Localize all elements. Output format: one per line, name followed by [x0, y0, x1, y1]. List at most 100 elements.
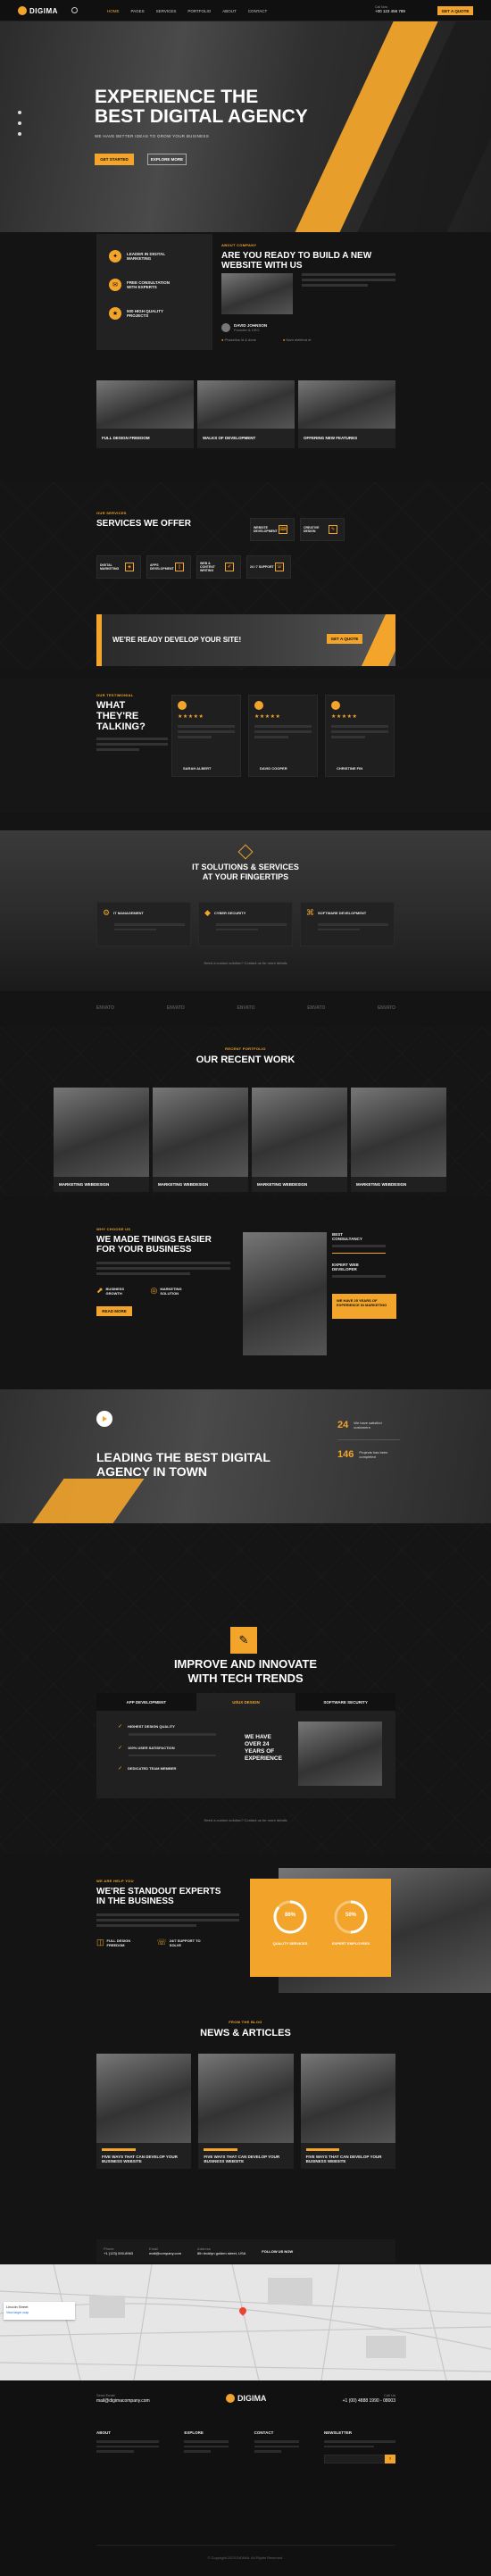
- feature-text: FREE CONSULTATION WITH EXPERTS: [127, 280, 170, 289]
- services-header: OUR SERVICES SERVICES WE OFFER: [96, 511, 191, 529]
- gallery-item[interactable]: WALKS OF DEVELOPMENT: [197, 380, 295, 448]
- why-feature: ◎ MARKETING SOLUTION: [151, 1286, 187, 1296]
- work-label: RECENT PORTFOLIO: [225, 1046, 266, 1051]
- cta-accent: [96, 614, 102, 666]
- check-text: 100% USER SATISFACTION: [128, 1745, 175, 1750]
- explore-button[interactable]: EXPLORE MORE: [147, 154, 187, 165]
- work-item[interactable]: MARKETING WEBDESIGN: [54, 1088, 149, 1192]
- tab-software-security[interactable]: SOFTWARE SECURITY: [295, 1693, 395, 1711]
- logo[interactable]: DIGIMA: [18, 6, 58, 15]
- gallery-item[interactable]: FULL DESIGN FREEDOM: [96, 380, 194, 448]
- headset-icon: ☏: [275, 563, 284, 571]
- footer-logo[interactable]: DIGIMA: [225, 2393, 266, 2403]
- tab-uiux-design[interactable]: UI/UX DESIGN: [196, 1693, 296, 1711]
- newsletter-submit-button[interactable]: ›: [384, 2455, 395, 2463]
- target-icon: ◎: [150, 1286, 158, 1295]
- brush-icon: ✎: [329, 525, 337, 534]
- rating-stars: ★★★★★: [331, 714, 358, 720]
- contact-phone-value[interactable]: +1 (123) 000-8963: [104, 2251, 133, 2255]
- nav-contact[interactable]: CONTACT: [248, 9, 267, 13]
- solution-card[interactable]: ◆ CYBER SECURITY: [198, 902, 293, 946]
- innovate-title-line1: IMPROVE AND INNOVATE: [173, 1657, 318, 1671]
- work-caption: MARKETING WEBDESIGN: [158, 1182, 209, 1187]
- why-side: BEST CONSULTANCY EXPERT WEB DEVELOPER WE…: [332, 1232, 396, 1319]
- solution-card[interactable]: ⚙ IT MANAGEMENT: [96, 902, 191, 946]
- service-card[interactable]: WEBSITE DEVELOPMENT ⌨: [250, 518, 295, 541]
- service-label: CREATIVE DESIGN: [304, 526, 320, 533]
- leading-title-line1: LEADING THE BEST DIGITAL: [96, 1450, 270, 1464]
- services-title: SERVICES WE OFFER: [96, 519, 191, 529]
- code-icon: ⌘: [306, 908, 314, 917]
- experts-feature-text: FULL DESIGN FREEDOM: [106, 1938, 131, 1947]
- footer-email-value[interactable]: mail@digimacompany.com: [96, 2398, 150, 2404]
- solutions-note: Need a custom solution? Contact us for m…: [204, 961, 287, 965]
- nav-portfolio[interactable]: PORTFOLIO: [187, 9, 211, 13]
- news-card[interactable]: FIVE WAYS THAT CAN DEVELOP YOUR BUSINESS…: [96, 2054, 192, 2169]
- map-larger-link[interactable]: View larger map: [6, 2311, 72, 2314]
- footer-call: Call Us +1 (00) 4888 1990 - 08003: [343, 2393, 395, 2404]
- service-label: APPS DEVELOPMENT: [150, 563, 174, 571]
- work-item[interactable]: MARKETING WEBDESIGN: [351, 1088, 446, 1192]
- leading-play[interactable]: [96, 1411, 112, 1427]
- testimonials-title: WHAT THEY'RE TALKING?: [96, 700, 168, 732]
- brand-logo: ENVATO: [307, 1005, 326, 1011]
- contact-email-value[interactable]: mail@company.com: [149, 2251, 181, 2255]
- twitter-icon[interactable]: [18, 121, 21, 125]
- logo-icon: [225, 2393, 235, 2403]
- map[interactable]: [0, 2264, 491, 2380]
- innovate-section: [0, 1523, 491, 1854]
- why-read-more-button[interactable]: READ MORE: [96, 1306, 132, 1316]
- stat-number: 146: [337, 1449, 354, 1460]
- why-image: [243, 1232, 327, 1355]
- footer-divider: [96, 2545, 395, 2546]
- news-card[interactable]: FIVE WAYS THAT CAN DEVELOP YOUR BUSINESS…: [198, 2054, 294, 2169]
- newsletter-input[interactable]: [323, 2455, 385, 2463]
- nav-pages[interactable]: PAGES: [131, 9, 145, 13]
- growth-icon: ⬈: [96, 1286, 104, 1295]
- author-role: Founder & CEO: [234, 328, 260, 332]
- solution-card[interactable]: ⌘ SOFTWARE DEVELOPMENT: [300, 902, 395, 946]
- about-checks: ● Phasellus id & done ● Nam eleifend et: [221, 338, 311, 343]
- nav-about[interactable]: ABOUT: [222, 9, 237, 13]
- service-card[interactable]: WEB & CONTENT WRITING ✐: [196, 555, 241, 579]
- innovate-image: [298, 1722, 382, 1786]
- gallery-item[interactable]: OFFERING NEW FEATURES: [298, 380, 395, 448]
- news-card[interactable]: FIVE WAYS THAT CAN DEVELOP YOUR BUSINESS…: [300, 2054, 395, 2169]
- why-label: WHY CHOOSE US: [96, 1227, 131, 1231]
- service-card[interactable]: DIGITAL MARKETING ◈: [96, 555, 141, 579]
- get-started-button[interactable]: GET STARTED: [95, 154, 134, 165]
- cta-button[interactable]: GET A QUOTE: [327, 634, 362, 644]
- services-label: OUR SERVICES: [96, 511, 127, 515]
- about-author: DAVID JOHNSON Founder & CEO: [221, 323, 267, 333]
- work-item[interactable]: MARKETING WEBDESIGN: [252, 1088, 347, 1192]
- work-item[interactable]: MARKETING WEBDESIGN: [153, 1088, 248, 1192]
- brand-logo: ENVATO: [96, 1005, 115, 1011]
- arrow-right-icon: ›: [388, 2456, 391, 2462]
- tab-app-development[interactable]: APP DEVELOPMENT: [96, 1693, 196, 1711]
- check-icon: ✓: [118, 1745, 123, 1751]
- why-title-line2: FOR YOUR BUSINESS: [96, 1245, 192, 1255]
- service-card[interactable]: 24 / 7 SUPPORT ☏: [246, 555, 291, 579]
- linkedin-icon[interactable]: [18, 132, 21, 136]
- solution-cards: ⚙ IT MANAGEMENT ◆ CYBER SECURITY ⌘ SOFTWARE…: [96, 902, 395, 946]
- hero-title-line2: BEST DIGITAL AGENCY: [95, 106, 308, 127]
- footer-call-value[interactable]: +1 (00) 4888 1990 - 08003: [343, 2398, 395, 2404]
- footer-col-title: ABOUT: [96, 2430, 111, 2435]
- why-feature: ⬈ BUSINESS GROWTH: [96, 1286, 133, 1296]
- service-card[interactable]: CREATIVE DESIGN ✎: [300, 518, 345, 541]
- service-label: DIGITAL MARKETING: [100, 563, 120, 571]
- phone-number[interactable]: +00 123 456 789: [375, 9, 405, 13]
- nav-home[interactable]: HOME: [107, 9, 120, 13]
- footer-col-title: EXPLORE: [184, 2430, 204, 2435]
- search-icon[interactable]: [71, 7, 78, 13]
- facebook-icon[interactable]: [18, 111, 21, 114]
- testimonials-title-line1: WHAT THEY'RE: [96, 700, 139, 721]
- experts-progress-box: 86% QUALITY SERVICES 50% EXPERT EMPLOYEE…: [250, 1879, 391, 1977]
- nav-services[interactable]: SERVICES: [156, 9, 177, 13]
- feature-text: 500 HIGH QUALITY PROJECTS: [127, 309, 163, 318]
- services-row-top: WEBSITE DEVELOPMENT ⌨ CREATIVE DESIGN ✎: [250, 518, 345, 541]
- quote-button[interactable]: GET A QUOTE: [437, 6, 473, 15]
- shield-icon: ◆: [204, 908, 211, 917]
- service-card[interactable]: APPS DEVELOPMENT ▯: [146, 555, 191, 579]
- pen-icon: ✐: [225, 563, 234, 571]
